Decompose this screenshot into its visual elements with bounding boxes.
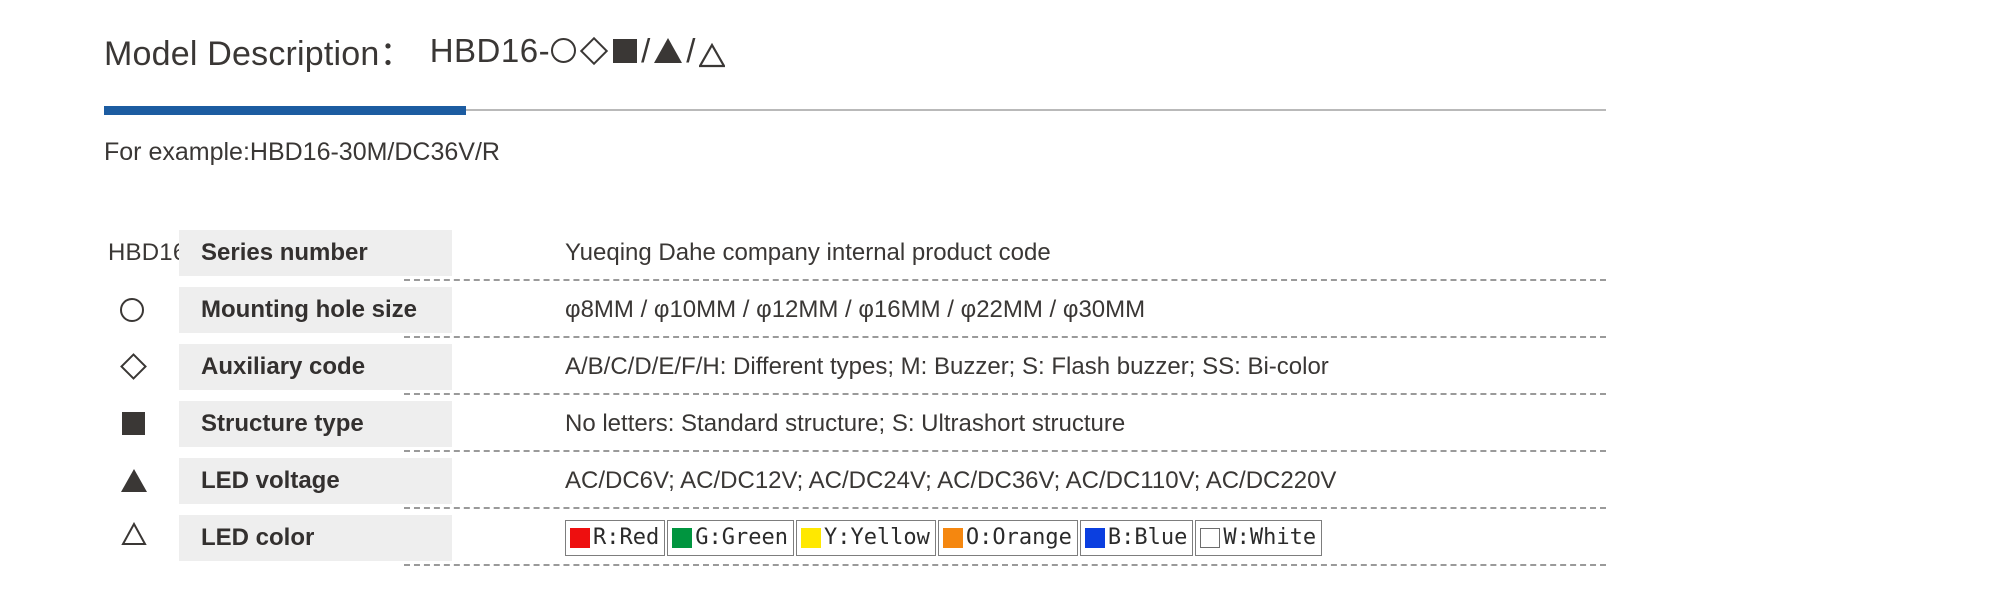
led-color-chip-white: W:White (1195, 519, 1323, 556)
led-color-chip-label: B:Blue (1107, 525, 1188, 550)
diamond-open-icon (120, 353, 147, 380)
led-color-chip-label: R:Red (593, 525, 660, 550)
page-header: Model Description： HBD16- / / (104, 26, 727, 75)
row-label-series-number: Series number (179, 229, 452, 276)
model-description-page: Model Description： HBD16- / / For exampl… (0, 0, 2000, 593)
page-title: Model Description： (104, 35, 414, 73)
triangle-filled-icon (121, 469, 147, 492)
table-row: LED voltage AC/DC6V; AC/DC12V; AC/DC24V;… (104, 452, 1606, 509)
square-filled-icon (613, 38, 638, 63)
row-symbol-series: HBD16 (108, 238, 187, 266)
row-symbol-led-color (104, 521, 179, 553)
row-label-mounting-hole-size: Mounting hole size (179, 286, 452, 333)
model-breakdown-table: HBD16 Series number Yueqing Dahe company… (104, 224, 1606, 566)
row-symbol-auxiliary-code (104, 353, 179, 380)
row-label-led-color: LED color (179, 514, 452, 561)
row-description-led-color: R:Red G:Green Y:Yellow O:Orange B:Blue W:Whit… (452, 519, 1606, 556)
led-color-chip-label: G:Green (695, 525, 788, 550)
led-color-chip-blue: B:Blue (1079, 519, 1194, 556)
triangle-open-icon (121, 521, 147, 553)
diamond-open-icon (579, 36, 609, 65)
color-swatch-blue-icon (1084, 527, 1105, 548)
table-row: LED color R:Red G:Green Y:Yellow O:Orange B:… (104, 509, 1606, 566)
color-swatch-yellow-icon (800, 527, 821, 548)
circle-open-icon (551, 38, 577, 63)
row-symbol-structure-type (104, 412, 179, 435)
row-description-series-number: Yueqing Dahe company internal product co… (565, 238, 1051, 266)
led-color-chip-red: R:Red (565, 519, 666, 556)
row-symbol-led-voltage (104, 469, 179, 492)
example-line: For example:HBD16-30M/DC36V/R (104, 138, 500, 166)
row-description-auxiliary-code: A/B/C/D/E/F/H: Different types; M: Buzze… (565, 352, 1329, 380)
led-color-chip-orange: O:Orange (937, 519, 1078, 556)
row-label-structure-type: Structure type (179, 400, 452, 447)
table-row: Auxiliary code A/B/C/D/E/F/H: Different … (104, 338, 1606, 395)
circle-open-icon (120, 297, 144, 322)
color-swatch-orange-icon (942, 527, 963, 548)
table-row: Structure type No letters: Standard stru… (104, 395, 1606, 452)
row-description-structure-type: No letters: Standard structure; S: Ultra… (565, 409, 1126, 437)
triangle-filled-icon (654, 38, 683, 63)
led-color-chip-green: G:Green (667, 519, 794, 556)
square-filled-icon (122, 412, 145, 435)
row-divider (404, 564, 1606, 566)
header-divider (104, 106, 1606, 115)
table-row: Mounting hole size φ8MM / φ10MM / φ12MM … (104, 281, 1606, 338)
slash-separator-2: / (686, 32, 696, 69)
model-code: HBD16- / / (430, 32, 728, 70)
led-color-chip-label: O:Orange (965, 525, 1072, 550)
color-swatch-red-icon (570, 527, 590, 548)
table-row: HBD16 Series number Yueqing Dahe company… (104, 224, 1606, 281)
header-divider-blue (104, 106, 466, 115)
slash-separator-1: / (641, 32, 651, 69)
row-symbol-mounting-hole (104, 297, 179, 322)
row-label-led-voltage: LED voltage (179, 457, 452, 504)
color-swatch-white-icon (1200, 527, 1221, 548)
row-description-mounting-hole-size: φ8MM / φ10MM / φ12MM / φ16MM / φ22MM / φ… (565, 295, 1146, 323)
led-color-chip-label: Y:Yellow (823, 525, 930, 550)
triangle-open-icon (698, 38, 727, 68)
led-color-chip-label: W:White (1223, 525, 1317, 550)
color-swatch-green-icon (672, 527, 693, 548)
row-label-auxiliary-code: Auxiliary code (179, 343, 452, 390)
led-color-chip-yellow: Y:Yellow (795, 519, 936, 556)
led-color-chip-list: R:Red G:Green Y:Yellow O:Orange B:Blue W:Whit… (565, 519, 1323, 556)
model-code-prefix: HBD16- (429, 31, 551, 69)
row-description-led-voltage: AC/DC6V; AC/DC12V; AC/DC24V; AC/DC36V; A… (565, 466, 1337, 494)
